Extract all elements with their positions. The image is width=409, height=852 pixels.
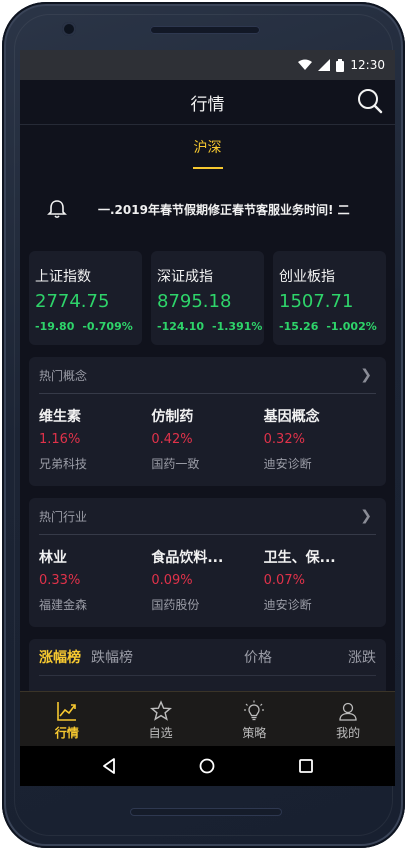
hot-industries-list: 林业 0.33% 福建金森 食品饮料... 0.09% 国药股份 卫生、保...… [39,535,376,627]
industry-item[interactable]: 食品饮料... 0.09% 国药股份 [151,547,263,613]
index-value: 8795.18 [157,291,232,312]
bell-icon [47,200,67,219]
index-change-pct: -0.709% [82,320,133,333]
index-name: 创业板指 [279,269,335,285]
earpiece-speaker [150,26,260,34]
star-icon [149,700,172,721]
tabbar-label: 我的 [336,726,361,740]
index-change-amount: -15.26 [279,320,319,333]
index-value: 2774.75 [35,291,110,312]
index-change-amount: -19.80 [35,320,75,333]
industry-item[interactable]: 林业 0.33% 福建金森 [39,547,151,613]
concept-leader: 国药一致 [151,457,200,471]
notice-text: 一.2019年春节假期修正春节客服业务时间! 二 [98,202,350,217]
phone-frame: 12:30 行情 沪深 一.2019年春节假期修正春节客服业务时间! 二 上证指… [2,2,405,848]
index-change-pct: -1.391% [212,320,263,333]
index-value: 1507.71 [279,291,354,312]
ranking-header: 涨幅榜 跌幅榜 价格 涨跌 [39,639,376,676]
industry-name: 林业 [39,550,67,566]
notice-bar[interactable]: 一.2019年春节假期修正春节客服业务时间! 二 [20,177,395,241]
hot-concepts-panel: 热门概念 ❯ 维生素 1.16% 兄弟科技 仿制药 0.42% 国药一致 基因概… [29,357,386,486]
index-change-pct: -1.002% [326,320,377,333]
panel-title: 热门概念 [39,368,88,383]
tabbar-label: 策略 [242,726,267,740]
tabbar-label: 自选 [148,726,173,740]
user-icon [339,702,357,721]
status-bar: 12:30 [20,50,395,80]
concept-pct: 1.16% [39,432,81,447]
lightbulb-icon [244,700,265,721]
concept-name: 维生素 [39,409,81,425]
index-cards: 上证指数 2774.75 -19.80 -0.709% 深证成指 8795.18… [20,251,395,345]
index-name: 深证成指 [157,269,213,285]
index-change-amount: -124.10 [157,320,205,333]
industry-name: 卫生、保... [263,550,336,566]
tabbar-item-watchlist[interactable]: 自选 [114,692,208,746]
status-time: 12:30 [350,58,385,72]
industry-leader: 福建金森 [39,598,88,612]
index-change: -19.80 -0.709% [35,320,142,333]
index-card-chinext[interactable]: 创业板指 1507.71 -15.26 -1.002% [273,251,386,345]
market-tabs: 沪深 [20,125,395,177]
concept-pct: 0.42% [151,432,193,447]
index-card-shanghai[interactable]: 上证指数 2774.75 -19.80 -0.709% [29,251,142,345]
concept-pct: 0.32% [263,432,305,447]
concept-name: 仿制药 [151,409,194,425]
signal-icon [318,59,331,71]
bottom-bezel-bar [130,808,282,816]
tab-hushen[interactable]: 沪深 [192,137,223,169]
concept-item[interactable]: 基因概念 0.32% 迪安诊断 [264,406,376,472]
search-icon[interactable] [355,86,385,116]
concept-name: 基因概念 [263,409,320,425]
tabbar-item-market[interactable]: 行情 [20,692,114,746]
industry-pct: 0.09% [151,573,193,588]
ranking-panel: 涨幅榜 跌幅榜 价格 涨跌 [29,639,386,699]
app-screen: 12:30 行情 沪深 一.2019年春节假期修正春节客服业务时间! 二 上证指… [20,50,395,786]
tabbar-item-profile[interactable]: 我的 [301,692,395,746]
front-camera [62,22,76,36]
column-change[interactable]: 涨跌 [348,647,376,667]
chevron-right-icon: ❯ [360,508,372,524]
tabbar-item-strategy[interactable]: 策略 [208,692,302,746]
industry-name: 食品饮料... [151,550,224,566]
hot-concepts-header[interactable]: 热门概念 ❯ [39,357,376,394]
nav-bar: 行情 [20,80,395,125]
chart-line-icon [57,702,76,721]
concept-item[interactable]: 维生素 1.16% 兄弟科技 [39,406,151,472]
bottom-tab-bar: 行情 自选 策略 我的 [20,691,395,746]
concept-item[interactable]: 仿制药 0.42% 国药一致 [151,406,263,472]
hot-concepts-list: 维生素 1.16% 兄弟科技 仿制药 0.42% 国药一致 基因概念 0.32%… [39,394,376,486]
wifi-icon [298,59,313,70]
concept-leader: 迪安诊断 [263,457,312,471]
index-change: -124.10 -1.391% [157,320,264,333]
index-card-shenzhen[interactable]: 深证成指 8795.18 -124.10 -1.391% [151,251,264,345]
industry-pct: 0.33% [39,573,81,588]
back-icon[interactable] [100,757,118,775]
index-change: -15.26 -1.002% [279,320,386,333]
tabbar-label: 行情 [54,726,79,740]
battery-icon [336,58,345,72]
page-title: 行情 [190,94,225,115]
home-icon[interactable] [198,757,216,775]
tab-top-losers[interactable]: 跌幅榜 [91,647,133,667]
system-nav-bar [20,746,395,786]
panel-title: 热门行业 [39,509,88,524]
industry-leader: 迪安诊断 [263,598,312,612]
column-price[interactable]: 价格 [244,647,272,667]
tab-top-gainers[interactable]: 涨幅榜 [39,647,81,667]
concept-leader: 兄弟科技 [39,457,88,471]
industry-leader: 国药股份 [151,598,200,612]
chevron-right-icon: ❯ [360,367,372,383]
hot-industries-header[interactable]: 热门行业 ❯ [39,498,376,535]
hot-industries-panel: 热门行业 ❯ 林业 0.33% 福建金森 食品饮料... 0.09% 国药股份 … [29,498,386,627]
recents-icon[interactable] [297,757,315,775]
index-name: 上证指数 [35,269,91,285]
industry-item[interactable]: 卫生、保... 0.07% 迪安诊断 [264,547,376,613]
industry-pct: 0.07% [263,573,305,588]
